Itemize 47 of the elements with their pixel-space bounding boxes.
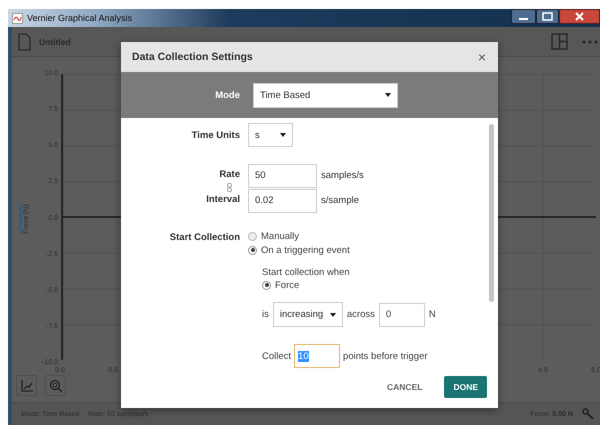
zoom-button[interactable]	[45, 375, 66, 396]
radio-button[interactable]	[248, 246, 257, 254]
unit-label: samples/s	[321, 170, 364, 181]
unit-label: s/sample	[321, 195, 360, 206]
field-label: Start Collection	[168, 232, 240, 243]
time-units-dropdown[interactable]: s	[248, 123, 293, 147]
option-label[interactable]: Manually	[261, 230, 300, 242]
document-icon[interactable]	[18, 32, 31, 50]
chart-icon	[20, 379, 34, 392]
scrollbar-thumb[interactable]	[489, 124, 494, 302]
mode-dropdown[interactable]: Time Based	[253, 82, 398, 108]
window-title: Vernier Graphical Analysis	[27, 13, 132, 23]
caret-icon	[280, 133, 286, 137]
text-label: across	[346, 309, 375, 320]
threshold-field[interactable]: 0	[378, 302, 425, 326]
minimize-icon[interactable]	[511, 9, 536, 24]
section-label: Start collection when	[262, 267, 351, 278]
text-label: points before trigger	[343, 350, 428, 362]
radio-button[interactable]	[248, 232, 257, 240]
field-label: Time Units	[190, 130, 240, 140]
caret-icon	[330, 312, 336, 316]
rate-field[interactable]: 50	[248, 164, 317, 188]
wrench-icon[interactable]	[582, 408, 594, 420]
caret-icon	[385, 93, 391, 97]
app-icon	[12, 12, 23, 24]
done-button[interactable]: DONE	[444, 376, 487, 398]
more-icon[interactable]	[582, 38, 598, 44]
radio-button[interactable]	[262, 280, 271, 290]
close-icon[interactable]	[559, 9, 600, 24]
link-icon[interactable]	[227, 183, 232, 192]
text-label: is	[262, 309, 269, 320]
field-label: Mode	[214, 90, 240, 100]
field-label: Interval	[206, 193, 240, 207]
option-label[interactable]: Force	[275, 280, 300, 290]
interval-field[interactable]: 0.02	[248, 188, 317, 212]
layout-icon[interactable]	[551, 33, 568, 50]
unit-label: N	[428, 309, 436, 320]
close-button[interactable]: ×	[478, 50, 486, 64]
magnifier-icon	[48, 378, 62, 392]
dialog-title: Data Collection Settings	[132, 51, 253, 63]
maximize-icon[interactable]	[536, 9, 559, 24]
graph-tools-button[interactable]	[16, 375, 37, 396]
field-label: Rate	[219, 168, 240, 182]
direction-dropdown[interactable]: increasing	[272, 302, 343, 327]
option-label[interactable]: On a triggering event	[261, 244, 350, 256]
cancel-button[interactable]: CANCEL	[378, 376, 432, 398]
text-label: Collect	[262, 350, 292, 362]
